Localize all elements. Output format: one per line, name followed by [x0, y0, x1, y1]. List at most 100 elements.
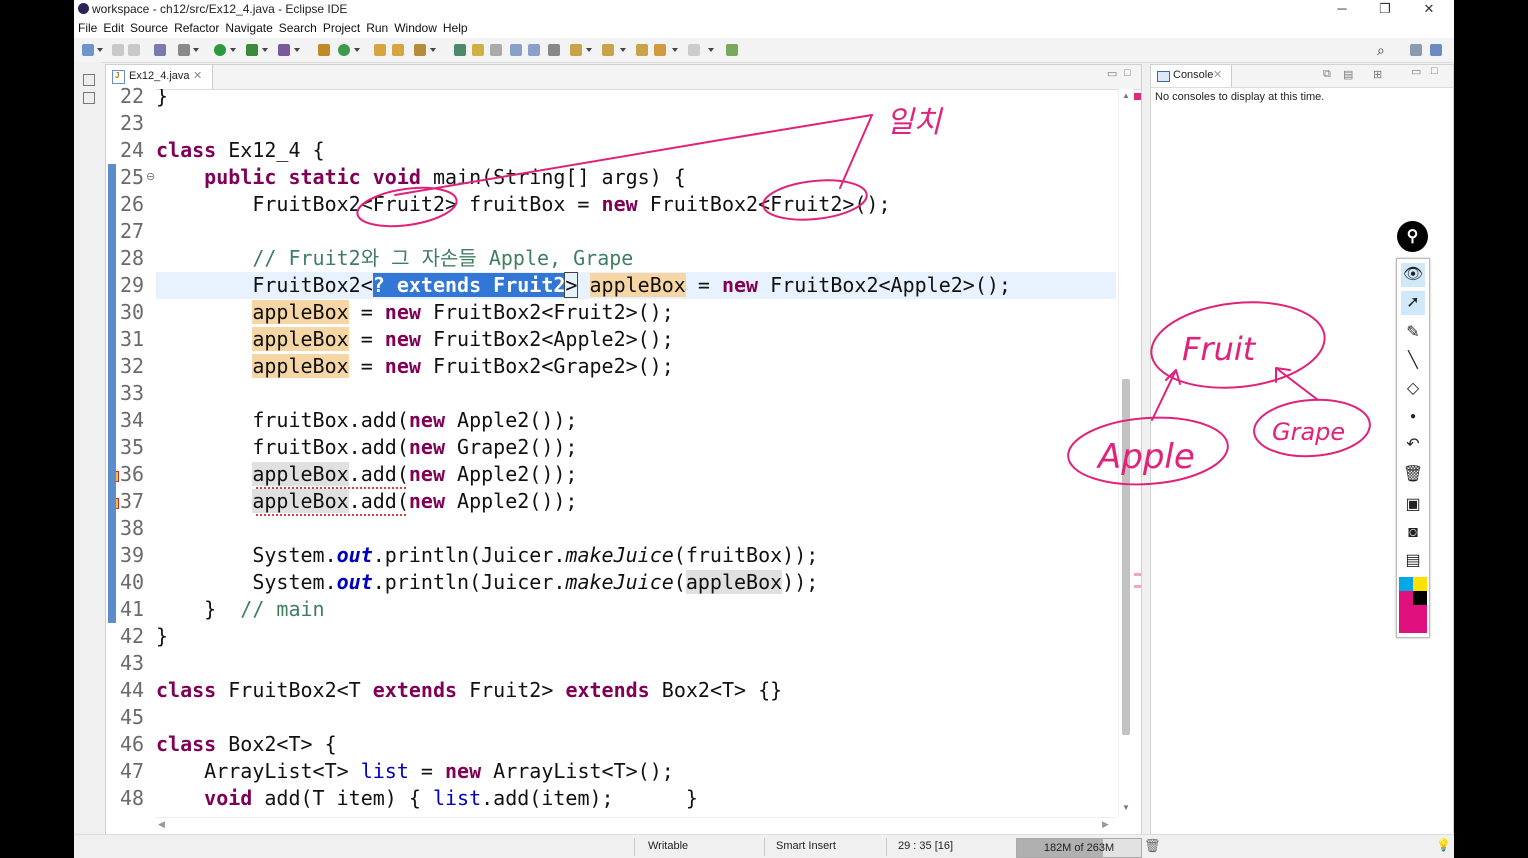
maximize-view-icon[interactable]: □ — [1124, 67, 1131, 79]
code-line[interactable]: FruitBox2<Fruit2> fruitBox = new FruitBo… — [156, 191, 1116, 218]
clipboard-icon[interactable]: ▤ — [1401, 549, 1425, 573]
close-button[interactable]: ✕ — [1409, 0, 1449, 19]
code-line[interactable]: System.out.println(Juicer.makeJuice(appl… — [156, 569, 1116, 596]
console-close-icon[interactable]: ✕ — [1213, 65, 1222, 86]
scroll-right-icon[interactable]: ▶ — [1102, 819, 1109, 830]
dropdown-icon[interactable] — [354, 48, 360, 52]
whiteboard-icon[interactable]: ▣ — [1401, 493, 1425, 517]
code-line[interactable]: } // main — [156, 596, 1116, 623]
code-area[interactable]: } class Ex12_4 { public static void main(… — [156, 89, 1116, 817]
dot-icon[interactable]: ● — [1401, 405, 1425, 429]
pin-editor-icon[interactable] — [726, 44, 738, 56]
menu-file[interactable]: File — [74, 19, 100, 38]
horizontal-scrollbar[interactable]: ◀ ▶ — [156, 817, 1116, 834]
run-icon[interactable] — [214, 44, 226, 56]
overview-marker[interactable] — [1134, 585, 1141, 588]
highlight-icon[interactable] — [472, 44, 484, 56]
camera-icon[interactable]: ◙ — [1401, 521, 1425, 545]
fold-toggle-icon[interactable]: ⊖ — [146, 170, 155, 183]
dropdown-icon[interactable] — [97, 48, 103, 52]
code-line[interactable]: class Box2<T> { — [156, 731, 1116, 758]
skip-breakpoints-icon[interactable] — [154, 44, 166, 56]
save-icon[interactable] — [112, 44, 124, 56]
code-line[interactable]: appleBox.add(new Apple2()); — [156, 488, 1116, 515]
scroll-left-icon[interactable]: ◀ — [158, 819, 165, 830]
code-line[interactable]: appleBox = new FruitBox2<Grape2>(); — [156, 353, 1116, 380]
color-swatch[interactable] — [1413, 577, 1427, 591]
new-class-icon[interactable] — [338, 44, 350, 56]
toggle-mark-icon[interactable] — [454, 44, 466, 56]
menu-source[interactable]: Source — [127, 19, 171, 38]
code-line[interactable]: appleBox = new FruitBox2<Apple2>(); — [156, 326, 1116, 353]
dropdown-icon[interactable] — [708, 48, 714, 52]
open-type-icon[interactable] — [374, 44, 386, 56]
color-swatch[interactable] — [1399, 577, 1413, 591]
code-line[interactable] — [156, 218, 1116, 245]
block-select-icon[interactable] — [490, 44, 502, 56]
code-line[interactable]: appleBox = new FruitBox2<Fruit2>(); — [156, 299, 1116, 326]
dropdown-icon[interactable] — [672, 48, 678, 52]
code-line[interactable] — [156, 704, 1116, 731]
pen-tool-pin-icon[interactable]: ⚲ — [1397, 221, 1428, 252]
word-wrap-icon[interactable] — [528, 44, 540, 56]
minimize-console-icon[interactable]: ▭ — [1411, 65, 1421, 78]
last-edit-icon[interactable] — [636, 44, 648, 56]
tab-close-icon[interactable]: ✕ — [193, 65, 202, 87]
menu-refactor[interactable]: Refactor — [171, 19, 222, 38]
back-icon[interactable] — [654, 44, 666, 56]
search-icon[interactable]: ⌕ — [1377, 42, 1385, 59]
code-line[interactable]: fruitBox.add(new Grape2()); — [156, 434, 1116, 461]
code-line[interactable]: } — [156, 623, 1116, 650]
forward-icon[interactable] — [688, 44, 700, 56]
dropdown-icon[interactable] — [586, 48, 592, 52]
new-console-icon[interactable]: ⊞ — [1373, 68, 1382, 81]
undo-icon[interactable]: ↶ — [1401, 433, 1425, 457]
open-perspective-icon[interactable] — [1410, 44, 1422, 56]
current-color-swatch[interactable] — [1399, 605, 1427, 633]
pointer-icon[interactable]: ➚ — [1401, 291, 1425, 315]
garbage-collect-icon[interactable]: 🗑 — [1144, 838, 1161, 854]
eraser-icon[interactable]: ◇ — [1401, 377, 1425, 401]
new-icon[interactable] — [82, 44, 94, 56]
debug-icon[interactable] — [178, 44, 190, 56]
code-line[interactable]: FruitBox2<? extends Fruit2> appleBox = n… — [156, 272, 1116, 299]
open-task-icon[interactable] — [392, 44, 404, 56]
tab-console[interactable]: Console ✕ — [1151, 65, 1232, 87]
code-line[interactable] — [156, 515, 1116, 542]
display-console-icon[interactable]: ▤ — [1343, 68, 1353, 81]
code-line[interactable]: void add(T item) { list.add(item); } — [156, 785, 1116, 812]
restore-view-icon[interactable] — [83, 74, 95, 86]
dropdown-icon[interactable] — [430, 48, 436, 52]
new-package-icon[interactable] — [318, 44, 330, 56]
overview-marker[interactable] — [1134, 573, 1141, 576]
pen-icon[interactable]: ╲ — [1401, 349, 1425, 373]
java-perspective-icon[interactable] — [1430, 44, 1442, 56]
vertical-scrollbar[interactable]: ▲ ▼ — [1118, 89, 1133, 817]
coverage-icon[interactable] — [246, 44, 258, 56]
code-line[interactable] — [156, 650, 1116, 677]
trash-icon[interactable]: 🗑 — [1401, 463, 1425, 487]
code-line[interactable]: class Ex12_4 { — [156, 137, 1116, 164]
open-console-icon[interactable]: ⧉ — [1323, 68, 1331, 81]
save-all-icon[interactable] — [128, 44, 140, 56]
next-annotation-icon[interactable] — [570, 44, 582, 56]
dropdown-icon[interactable] — [262, 48, 268, 52]
code-line[interactable]: appleBox.add(new Apple2()); — [156, 461, 1116, 488]
overview-error-marker[interactable] — [1134, 93, 1141, 100]
minimize-view-icon[interactable]: ▭ — [1107, 67, 1117, 80]
code-line[interactable] — [156, 380, 1116, 407]
color-swatch[interactable] — [1413, 591, 1427, 605]
code-line[interactable]: ArrayList<T> list = new ArrayList<T>(); — [156, 758, 1116, 785]
highlighter-icon[interactable]: ✎ — [1401, 321, 1425, 345]
menu-navigate[interactable]: Navigate — [222, 19, 275, 38]
menu-help[interactable]: Help — [440, 19, 471, 38]
scroll-down-icon[interactable]: ▼ — [1122, 803, 1130, 812]
scrollbar-thumb[interactable] — [1122, 379, 1130, 735]
code-line[interactable]: System.out.println(Juicer.makeJuice(frui… — [156, 542, 1116, 569]
dropdown-icon[interactable] — [620, 48, 626, 52]
prev-annotation-icon[interactable] — [602, 44, 614, 56]
pilcrow-icon[interactable] — [548, 44, 560, 56]
color-swatch[interactable] — [1399, 591, 1413, 605]
menu-search[interactable]: Search — [276, 19, 320, 38]
code-line[interactable] — [156, 110, 1116, 137]
